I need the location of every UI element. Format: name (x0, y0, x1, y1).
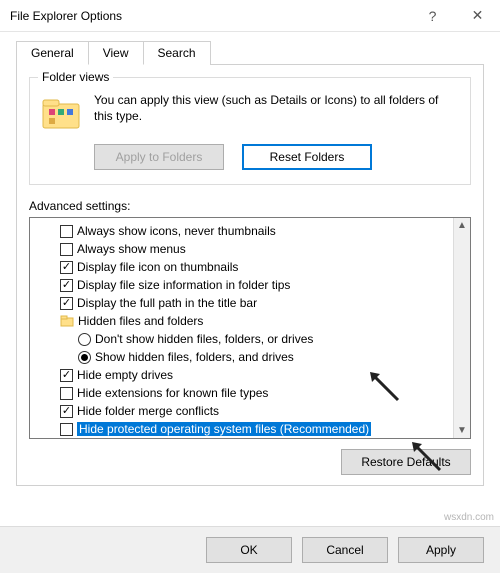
advanced-settings-content: Always show icons, never thumbnails Alway… (30, 218, 453, 438)
list-item[interactable]: Always show menus (32, 240, 451, 258)
dialog-footer: OK Cancel Apply (0, 526, 500, 573)
item-label: Always show icons, never thumbnails (77, 224, 276, 238)
checkbox[interactable] (60, 369, 73, 382)
item-label: Display file icon on thumbnails (77, 260, 238, 274)
restore-defaults-button[interactable]: Restore Defaults (341, 449, 471, 475)
item-label: Always show menus (77, 242, 186, 256)
checkbox[interactable] (60, 279, 73, 292)
list-item[interactable]: Hidden files and folders (32, 312, 451, 330)
advanced-settings-label: Advanced settings: (29, 199, 471, 213)
folder-icon (60, 314, 74, 328)
cancel-button[interactable]: Cancel (302, 537, 388, 563)
list-item[interactable]: Hide extensions for known file types (32, 384, 451, 402)
tab-view[interactable]: View (88, 41, 144, 65)
advanced-settings-list[interactable]: Always show icons, never thumbnails Alway… (29, 217, 471, 439)
folder-views-icon (40, 92, 82, 134)
radio[interactable] (78, 351, 91, 364)
list-item[interactable]: Hide folder merge conflicts (32, 402, 451, 420)
folder-views-text: You can apply this view (such as Details… (94, 92, 460, 124)
list-item[interactable]: Display the full path in the title bar (32, 294, 451, 312)
item-label: Hide empty drives (77, 368, 173, 382)
checkbox[interactable] (60, 405, 73, 418)
content-area: General View Search Folder views Yo (0, 32, 500, 486)
ok-button[interactable]: OK (206, 537, 292, 563)
vertical-scrollbar[interactable]: ▲ ▼ (453, 218, 470, 438)
list-item[interactable]: Always show icons, never thumbnails (32, 222, 451, 240)
list-item[interactable]: Display file icon on thumbnails (32, 258, 451, 276)
folder-views-group: Folder views You can apply this view (su… (29, 77, 471, 185)
checkbox[interactable] (60, 243, 73, 256)
close-button[interactable]: ✕ (455, 0, 500, 31)
list-item[interactable]: Display file size information in folder … (32, 276, 451, 294)
window-title: File Explorer Options (0, 9, 122, 23)
window-buttons: ? ✕ (410, 0, 500, 31)
item-label: Hide folder merge conflicts (77, 404, 219, 418)
checkbox[interactable] (60, 261, 73, 274)
watermark: wsxdn.com (444, 512, 494, 523)
checkbox[interactable] (60, 225, 73, 238)
list-item[interactable]: Hide protected operating system files (R… (32, 420, 451, 438)
item-label: Display file size information in folder … (77, 278, 290, 292)
tab-page-view: Folder views You can apply this view (su… (16, 64, 484, 486)
item-label: Display the full path in the title bar (77, 296, 257, 310)
tab-strip: General View Search (16, 41, 484, 65)
list-item[interactable]: Show hidden files, folders, and drives (32, 348, 451, 366)
scroll-up-icon[interactable]: ▲ (457, 220, 467, 231)
tab-general[interactable]: General (16, 41, 89, 65)
checkbox[interactable] (60, 297, 73, 310)
item-label: Hidden files and folders (78, 314, 203, 328)
titlebar: File Explorer Options ? ✕ (0, 0, 500, 32)
tab-search[interactable]: Search (143, 41, 211, 65)
item-label: Don't show hidden files, folders, or dri… (95, 332, 313, 346)
checkbox[interactable] (60, 423, 73, 436)
reset-folders-button[interactable]: Reset Folders (242, 144, 372, 170)
apply-button[interactable]: Apply (398, 537, 484, 563)
list-item[interactable]: Hide empty drives (32, 366, 451, 384)
radio[interactable] (78, 333, 91, 346)
item-label: Show hidden files, folders, and drives (95, 350, 294, 364)
list-item[interactable]: Don't show hidden files, folders, or dri… (32, 330, 451, 348)
checkbox[interactable] (60, 387, 73, 400)
item-label: Hide extensions for known file types (77, 386, 268, 400)
folder-views-legend: Folder views (38, 70, 113, 84)
help-button[interactable]: ? (410, 0, 455, 31)
apply-to-folders-button[interactable]: Apply to Folders (94, 144, 224, 170)
scroll-down-icon[interactable]: ▼ (457, 425, 467, 436)
item-label: Hide protected operating system files (R… (77, 422, 371, 436)
